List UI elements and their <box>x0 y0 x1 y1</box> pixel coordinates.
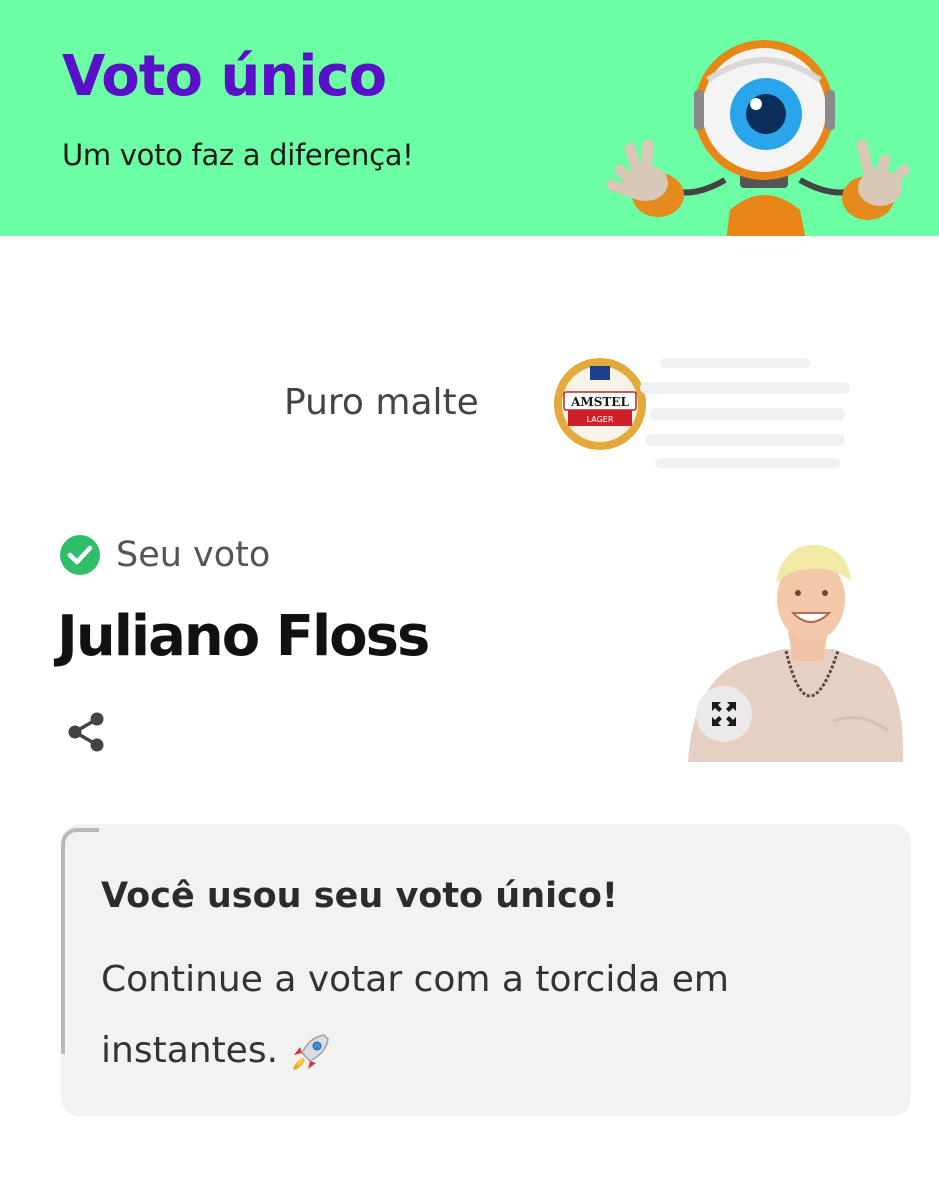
header-banner: Voto único Um voto faz a diferença! <box>0 0 939 236</box>
svg-text:LAGER: LAGER <box>587 415 614 424</box>
amstel-logo-icon: AMSTEL LAGER <box>554 358 646 450</box>
notice-accent-bar <box>61 828 99 1054</box>
vote-status-label: Seu voto <box>116 535 271 575</box>
notice-body: Continue a votar com a torcida em instan… <box>101 944 821 1086</box>
sponsor-section: Puro malte AMSTEL LAGER <box>0 340 939 480</box>
rocket-icon <box>293 1034 329 1070</box>
sponsor-label: Puro malte <box>284 382 479 423</box>
check-circle-icon <box>60 535 100 575</box>
page-title: Voto único <box>62 44 387 109</box>
notice-title: Você usou seu voto único! <box>101 876 618 916</box>
big-brother-eye-mascot-icon <box>606 40 910 236</box>
page-subtitle: Um voto faz a diferença! <box>62 138 414 172</box>
expand-photo-button[interactable] <box>696 686 752 742</box>
sponsor-faded-text-graphic <box>640 358 850 468</box>
vote-status: Seu voto <box>60 533 270 577</box>
svg-text:AMSTEL: AMSTEL <box>570 395 629 409</box>
expand-icon <box>712 702 736 726</box>
candidate-name: Juliano Floss <box>57 604 430 669</box>
notice-card: Você usou seu voto único! Continue a vot… <box>61 824 911 1116</box>
share-icon[interactable] <box>64 710 108 754</box>
notice-body-text: Continue a votar com a torcida em instan… <box>101 959 729 1071</box>
